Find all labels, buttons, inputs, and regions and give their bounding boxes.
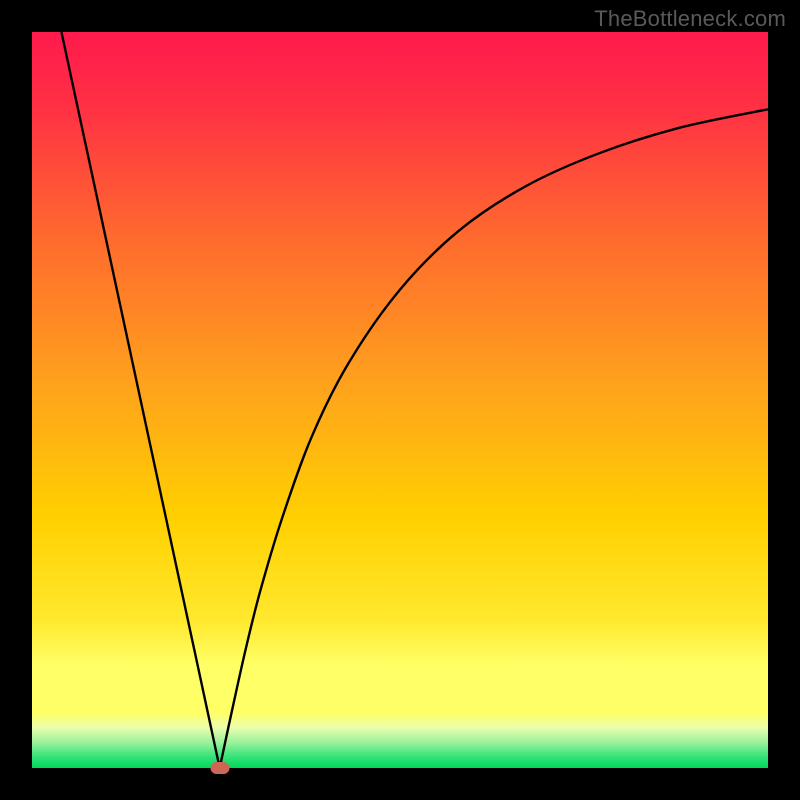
gradient-rect	[32, 32, 768, 768]
watermark-text: TheBottleneck.com	[594, 6, 786, 32]
chart-background	[32, 32, 768, 768]
optimum-marker	[210, 762, 229, 774]
chart-frame	[32, 32, 768, 768]
